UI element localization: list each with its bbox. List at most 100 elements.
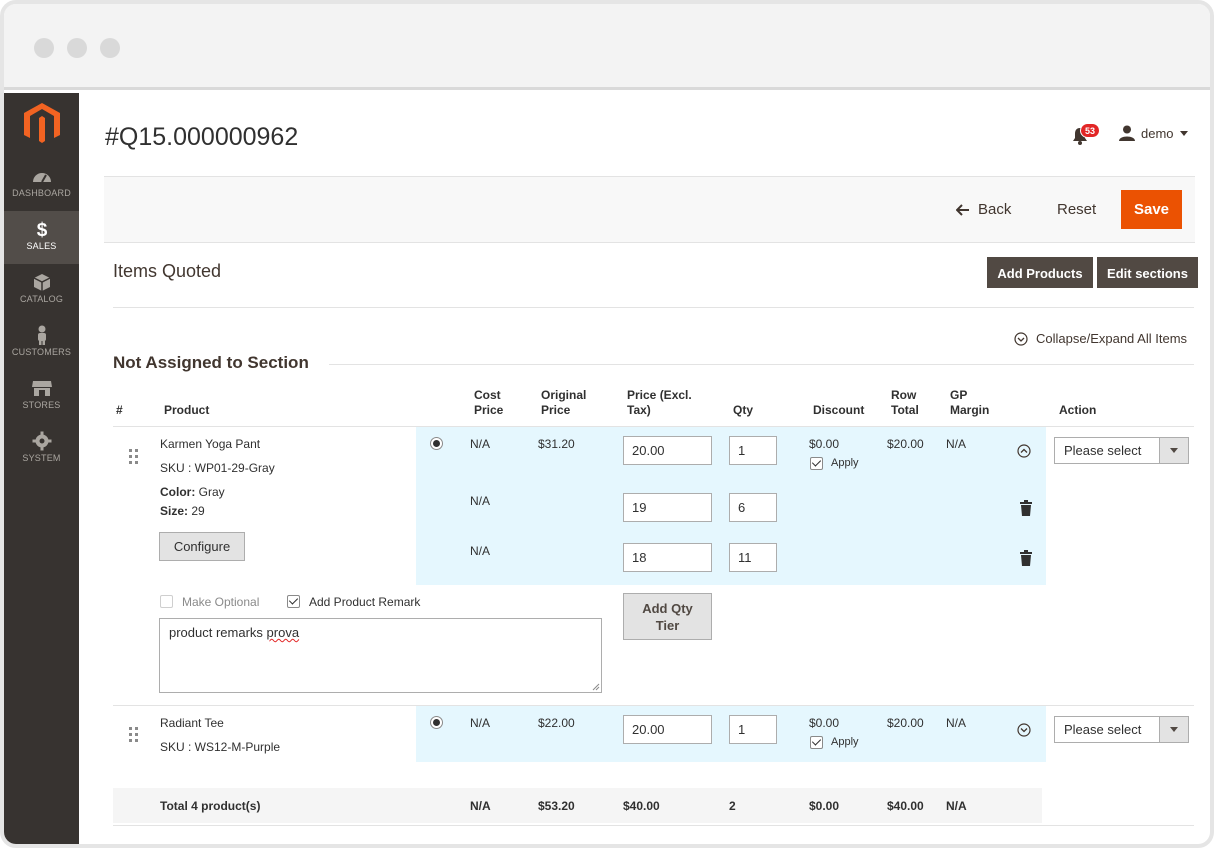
group-title: Not Assigned to Section xyxy=(113,353,319,373)
window-dot xyxy=(67,38,87,58)
product-remark-textarea[interactable]: product remarks prova xyxy=(159,618,602,693)
collapse-expand-all[interactable]: Collapse/Expand All Items xyxy=(1014,331,1187,346)
user-menu[interactable]: demo xyxy=(1119,125,1188,141)
totals-discount: $0.00 xyxy=(809,799,840,813)
price-input[interactable]: 20.00 xyxy=(623,715,712,744)
window-titlebar xyxy=(4,4,1210,90)
collapse-expand-label: Collapse/Expand All Items xyxy=(1036,331,1188,346)
edit-sections-button[interactable]: Edit sections xyxy=(1097,257,1198,288)
make-optional-checkbox[interactable] xyxy=(160,595,173,608)
chevron-down-circle-icon[interactable] xyxy=(1017,723,1031,737)
nav-system[interactable]: SYSTEM xyxy=(4,423,79,476)
trash-icon[interactable] xyxy=(1020,500,1032,516)
col-row-total: Row Total xyxy=(891,388,919,417)
chevron-up-circle-icon[interactable] xyxy=(1017,444,1031,458)
tier-price-input[interactable]: 19 xyxy=(623,493,712,522)
chevron-down-circle-icon xyxy=(1014,331,1028,346)
product-name: Karmen Yoga Pant xyxy=(160,437,261,451)
qty-input[interactable]: 1 xyxy=(729,436,777,465)
cube-icon xyxy=(33,274,50,291)
tier-qty-input[interactable]: 6 xyxy=(729,493,777,522)
reset-button[interactable]: Reset xyxy=(1057,201,1096,218)
notification-badge[interactable]: 53 xyxy=(1080,123,1100,138)
product-name: Radiant Tee xyxy=(160,716,224,730)
action-select-value: Please select xyxy=(1064,722,1142,737)
back-button[interactable]: Back xyxy=(956,201,1011,218)
user-icon xyxy=(1119,125,1135,141)
window-dot xyxy=(34,38,54,58)
nav-label: CATALOG xyxy=(19,294,64,304)
nav-dashboard[interactable]: DASHBOARD xyxy=(4,158,79,211)
product-sku: SKU : WS12-M-Purple xyxy=(160,740,281,754)
main-content: #Q15.000000962 53 demo Back Reset Save I… xyxy=(79,93,1210,844)
apply-label: Apply xyxy=(831,457,859,469)
col-action: Action xyxy=(1059,403,1097,417)
product-color: Color: Gray xyxy=(160,485,225,499)
page-title: #Q15.000000962 xyxy=(105,123,299,151)
nav-customers[interactable]: CUSTOMERS xyxy=(4,317,79,370)
drag-handle-icon[interactable] xyxy=(129,727,139,743)
divider xyxy=(113,307,1194,308)
totals-label: Total 4 product(s) xyxy=(160,799,261,813)
apply-discount-checkbox[interactable] xyxy=(810,736,823,749)
col-price: Price (Excl. Tax) xyxy=(627,388,692,417)
row-divider xyxy=(113,825,1194,826)
col-original-price: Original Price xyxy=(541,388,587,417)
tier-radio-selected[interactable] xyxy=(430,437,443,450)
action-select[interactable]: Please select xyxy=(1054,437,1189,464)
totals-qty: 2 xyxy=(729,799,736,813)
magento-logo-icon[interactable] xyxy=(24,103,60,143)
dollar-icon: $ xyxy=(36,220,47,239)
action-select[interactable]: Please select xyxy=(1054,716,1189,743)
trash-icon[interactable] xyxy=(1020,550,1032,566)
add-remark-checkbox[interactable] xyxy=(287,595,300,608)
product-size: Size: 29 xyxy=(160,504,205,518)
dashboard-icon xyxy=(32,173,51,183)
arrow-left-icon xyxy=(956,203,969,216)
apply-label: Apply xyxy=(831,736,859,748)
tier-price-input[interactable]: 18 xyxy=(623,543,712,572)
col-num: # xyxy=(116,403,123,417)
totals-gp-margin: N/A xyxy=(946,799,967,813)
row-total: $20.00 xyxy=(887,716,924,730)
remark-text-misspelled: prova xyxy=(266,625,300,640)
discount-value: $0.00 xyxy=(809,437,840,451)
browser-window: DASHBOARD $ SALES CATALOG CUSTOMERS STOR… xyxy=(0,0,1214,848)
tier-cost-price: N/A xyxy=(470,494,491,508)
col-discount: Discount xyxy=(813,403,865,417)
add-qty-tier-button[interactable]: Add Qty Tier xyxy=(623,593,712,640)
nav-stores[interactable]: STORES xyxy=(4,370,79,423)
nav-sales[interactable]: $ SALES xyxy=(4,211,79,264)
nav-catalog[interactable]: CATALOG xyxy=(4,264,79,317)
make-optional-label: Make Optional xyxy=(182,595,260,609)
price-input[interactable]: 20.00 xyxy=(623,436,712,465)
cost-price: N/A xyxy=(470,716,491,730)
col-product: Product xyxy=(164,403,210,417)
nav-label: CUSTOMERS xyxy=(11,347,72,357)
tier-cost-price: N/A xyxy=(470,544,491,558)
tier-qty-input[interactable]: 11 xyxy=(729,543,777,572)
svg-text:$: $ xyxy=(36,220,47,239)
back-label: Back xyxy=(978,201,1012,218)
save-button[interactable]: Save xyxy=(1121,190,1182,229)
add-products-button[interactable]: Add Products xyxy=(987,257,1093,288)
drag-handle-icon[interactable] xyxy=(129,449,139,465)
person-icon xyxy=(37,325,46,345)
add-remark-label: Add Product Remark xyxy=(309,595,421,609)
configure-button[interactable]: Configure xyxy=(159,532,245,561)
resize-handle-icon[interactable] xyxy=(592,683,600,691)
gp-margin: N/A xyxy=(946,716,967,730)
action-select-value: Please select xyxy=(1064,443,1142,458)
qty-input[interactable]: 1 xyxy=(729,715,777,744)
totals-price: $40.00 xyxy=(623,799,660,813)
select-arrow-icon xyxy=(1159,717,1188,742)
admin-sidebar: DASHBOARD $ SALES CATALOG CUSTOMERS STOR… xyxy=(4,93,79,844)
totals-original-price: $53.20 xyxy=(538,799,575,813)
tier-radio-selected[interactable] xyxy=(430,716,443,729)
store-icon xyxy=(31,381,52,396)
apply-discount-checkbox[interactable] xyxy=(810,457,823,470)
col-cost-price: Cost Price xyxy=(474,388,504,417)
gear-icon xyxy=(32,431,51,451)
totals-row-total: $40.00 xyxy=(887,799,924,813)
col-qty: Qty xyxy=(733,403,754,417)
